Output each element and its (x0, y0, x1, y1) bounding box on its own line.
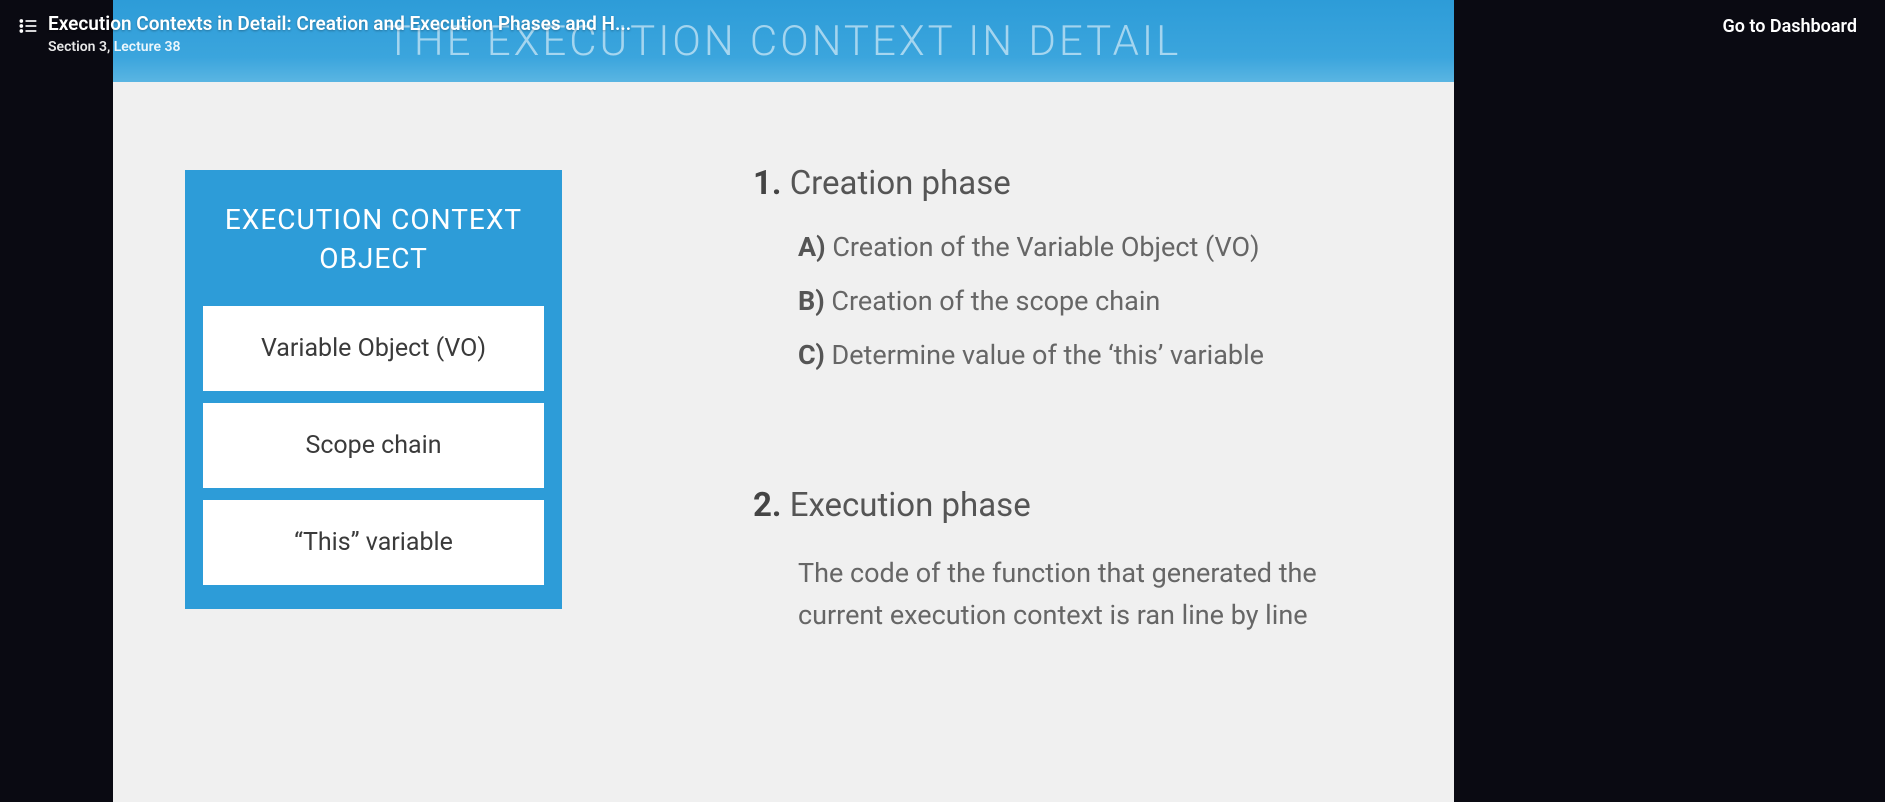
right-pillarbox (1454, 0, 1885, 802)
phase1-title: Creation phase (790, 164, 1011, 203)
phase1-sub-a-text: Creation of the Variable Object (VO) (832, 231, 1259, 263)
phase1-sub-b: B) Creation of the scope chain (798, 285, 1414, 317)
phase1-sub-b-text: Creation of the scope chain (831, 285, 1160, 317)
lecture-title: Execution Contexts in Detail: Creation a… (48, 12, 631, 35)
slide-body: EXECUTION CONTEXT OBJECT Variable Object… (113, 82, 1454, 802)
phase1-sub-b-letter: B) (798, 285, 825, 317)
ec-item-scope: Scope chain (203, 403, 544, 488)
phase2-heading: 2. Execution phase (753, 486, 1414, 525)
execution-context-box: EXECUTION CONTEXT OBJECT Variable Object… (185, 170, 562, 609)
phase1-sub-c: C) Determine value of the ‘this’ variabl… (798, 339, 1414, 371)
phase1-sub-c-text: Determine value of the ‘this’ variable (832, 339, 1264, 371)
phase2-block: 2. Execution phase The code of the funct… (753, 486, 1414, 637)
phase2-description: The code of the function that generated … (798, 553, 1318, 637)
video-viewport[interactable]: THE EXECUTION CONTEXT IN DETAIL EXECUTIO… (113, 0, 1454, 802)
phase2-number: 2. (753, 486, 782, 525)
ec-box-title: EXECUTION CONTEXT OBJECT (203, 200, 544, 278)
course-contents-icon[interactable] (18, 16, 38, 36)
phase2-title: Execution phase (790, 486, 1031, 525)
phase1-sub-c-letter: C) (798, 339, 825, 371)
go-to-dashboard-link[interactable]: Go to Dashboard (1722, 16, 1857, 37)
phase1-sub-a-letter: A) (798, 231, 826, 263)
header-text: Execution Contexts in Detail: Creation a… (48, 12, 631, 55)
phase1-heading: 1. Creation phase (753, 164, 1414, 203)
ec-item-this: “This” variable (203, 500, 544, 585)
left-pillarbox (0, 0, 113, 802)
phases-column: 1. Creation phase A) Creation of the Var… (753, 164, 1414, 637)
lecture-meta: Section 3, Lecture 38 (48, 39, 631, 55)
ec-item-vo: Variable Object (VO) (203, 306, 544, 391)
phase1-number: 1. (753, 164, 782, 203)
phase1-sub-a: A) Creation of the Variable Object (VO) (798, 231, 1414, 263)
